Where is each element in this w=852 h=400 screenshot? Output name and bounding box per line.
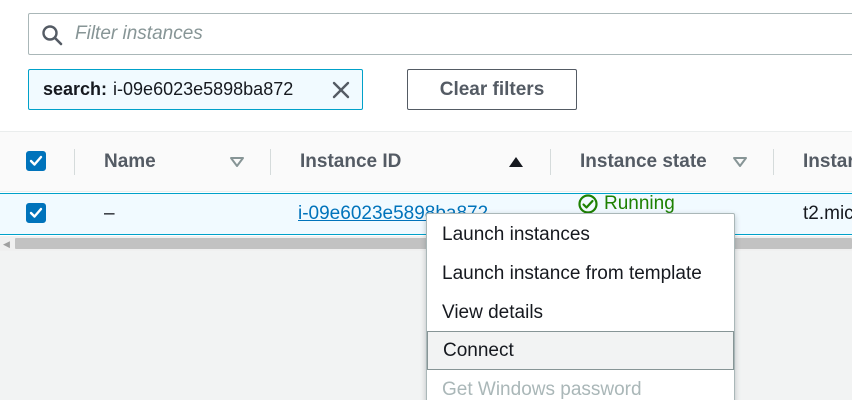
instance-state-label: Running — [604, 193, 675, 214]
checkmark-icon — [29, 155, 43, 166]
column-divider — [773, 149, 774, 175]
scroll-left-icon[interactable]: ◀ — [3, 239, 10, 250]
menu-item-view-details[interactable]: View details — [427, 293, 734, 332]
filter-instances-input[interactable] — [75, 20, 835, 48]
row-checkbox[interactable] — [26, 203, 46, 223]
menu-item-launch-from-template[interactable]: Launch instance from template — [427, 254, 734, 293]
column-header-instance-state[interactable]: Instance state — [580, 132, 707, 192]
clear-filters-button[interactable]: Clear filters — [407, 69, 577, 110]
menu-item-connect[interactable]: Connect — [427, 331, 734, 370]
checkmark-icon — [29, 207, 43, 218]
sort-ascending-icon[interactable] — [508, 156, 524, 168]
column-divider — [74, 149, 75, 175]
filter-token-key: search: — [43, 79, 108, 99]
select-all-checkbox[interactable] — [26, 151, 46, 171]
check-circle-icon — [578, 194, 598, 214]
instance-context-menu: Launch instances Launch instance from te… — [426, 213, 735, 400]
column-header-instance-id[interactable]: Instance ID — [300, 132, 401, 192]
column-header-instance-type[interactable]: Instar — [803, 132, 852, 192]
column-header-name[interactable]: Name — [104, 132, 156, 192]
search-icon — [42, 25, 63, 46]
filter-instances-bar[interactable] — [28, 13, 852, 55]
menu-item-launch-instances[interactable]: Launch instances — [427, 215, 734, 254]
sort-down-icon[interactable] — [229, 156, 245, 168]
menu-item-get-windows-password: Get Windows password — [442, 378, 642, 400]
filter-token: search: i-09e6023e5898ba872 — [28, 69, 363, 110]
column-divider — [550, 149, 551, 175]
instance-type-cell: t2.mic — [803, 203, 852, 224]
row-name-cell: – — [104, 203, 115, 224]
table-header-row: Name Instance ID Instance state Instar — [0, 132, 852, 192]
remove-filter-icon[interactable] — [330, 79, 352, 101]
filter-token-value: i-09e6023e5898ba872 — [113, 79, 294, 99]
sort-down-icon[interactable] — [732, 156, 748, 168]
column-divider — [270, 149, 271, 175]
